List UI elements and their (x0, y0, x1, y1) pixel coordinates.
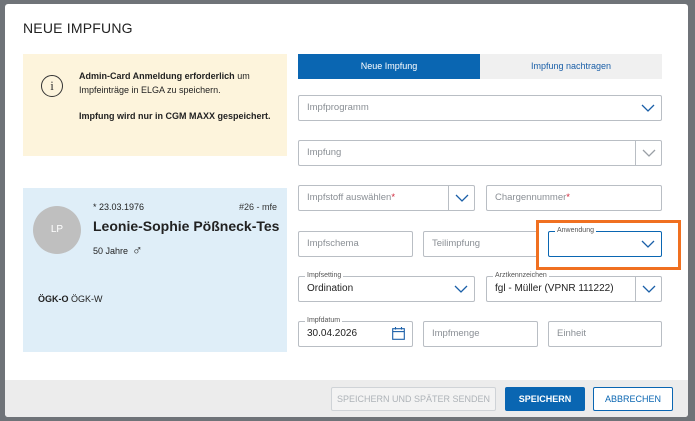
batch-number-placeholder-text: Chargennummer (495, 192, 567, 203)
vaccination-schedule-input[interactable]: Impfschema (298, 231, 413, 257)
dialog-title: NEUE IMPFUNG (23, 20, 133, 36)
partial-vaccination-placeholder: Teilimpfung (432, 238, 481, 249)
info-message: Admin-Card Anmeldung erforderlich um Imp… (79, 70, 275, 124)
batch-number-input[interactable]: Chargennummer* (486, 185, 662, 211)
save-and-send-later-button[interactable]: SPEICHERN UND SPÄTER SENDEN (331, 387, 496, 411)
info-icon: i (41, 75, 63, 97)
batch-number-placeholder: Chargennummer* (495, 186, 570, 210)
calendar-icon[interactable] (386, 322, 412, 346)
vaccination-setting-value: Ordination (307, 283, 354, 294)
doctor-id-select[interactable]: Arztkennzeichen fgl - Müller (VPNR 11122… (486, 271, 662, 302)
patient-card: LP * 23.03.1976 #26 - mfe Leonie-Sophie … (23, 188, 287, 352)
vaccination-schedule-placeholder: Impfschema (307, 238, 359, 249)
patient-age-row: 50 Jahre ♂ (93, 242, 143, 258)
vaccine-placeholder-text: Impfstoff auswählen (307, 192, 392, 203)
info-line1-bold: Admin-Card Anmeldung erforderlich (79, 71, 235, 81)
unit-input[interactable]: Einheit (548, 321, 662, 347)
cancel-button[interactable]: ABBRECHEN (593, 387, 673, 411)
patient-dob: * 23.03.1976 (93, 202, 145, 212)
vaccine-select[interactable]: Impfstoff auswählen* (298, 185, 475, 211)
vaccination-program-placeholder: Impfprogramm (307, 102, 369, 113)
doctor-id-value: fgl - Müller (VPNR 111222) (495, 283, 614, 294)
vaccination-date-input[interactable]: Impfdatum 30.04.2026 (298, 316, 413, 347)
chevron-down-icon[interactable] (635, 141, 661, 165)
vaccination-date-value: 30.04.2026 (307, 328, 358, 339)
chevron-down-icon (448, 277, 474, 301)
dialog-footer: SPEICHERN UND SPÄTER SENDEN SPEICHERN AB… (5, 380, 688, 417)
insurer-secondary: ÖGK-W (71, 294, 103, 304)
tab-new-vaccination[interactable]: Neue Impfung (298, 54, 480, 79)
info-line2: Impfung wird nur in CGM MAXX gespeichert… (79, 111, 271, 121)
admin-card-info-box: i Admin-Card Anmeldung erforderlich um I… (23, 54, 287, 156)
patient-age: 50 Jahre (93, 246, 129, 256)
chevron-down-icon (635, 96, 661, 120)
vaccination-program-select[interactable]: Impfprogramm (298, 95, 662, 121)
male-gender-icon: ♂ (132, 242, 143, 258)
avatar: LP (33, 206, 81, 254)
vaccination-amount-placeholder: Impfmenge (432, 328, 480, 339)
vaccine-placeholder: Impfstoff auswählen* (307, 186, 395, 210)
patient-number: #26 - mfe (238, 202, 277, 212)
vaccination-amount-input[interactable]: Impfmenge (423, 321, 538, 347)
vaccination-setting-select[interactable]: Impfsetting Ordination (298, 271, 475, 302)
required-marker: * (566, 192, 570, 203)
chevron-down-icon[interactable] (635, 277, 661, 301)
highlight-frame (536, 220, 681, 270)
patient-name: Leonie-Sophie Pößneck-Tes… (93, 218, 279, 234)
new-vaccination-dialog: NEUE IMPFUNG i Admin-Card Anmeldung erfo… (5, 4, 688, 417)
chevron-down-icon[interactable] (448, 186, 474, 210)
vaccination-mode-tabs: Neue Impfung Impfung nachtragen (298, 54, 662, 79)
patient-insurer: ÖGK-O ÖGK-W (38, 294, 103, 304)
tab-record-vaccination[interactable]: Impfung nachtragen (480, 54, 662, 79)
vaccination-select[interactable]: Impfung (298, 140, 662, 166)
save-button[interactable]: SPEICHERN (505, 387, 585, 411)
vaccination-placeholder: Impfung (307, 147, 342, 158)
required-marker: * (391, 192, 396, 203)
partial-vaccination-input[interactable]: Teilimpfung (423, 231, 538, 257)
unit-placeholder: Einheit (557, 328, 587, 339)
insurer-primary: ÖGK-O (38, 294, 69, 304)
